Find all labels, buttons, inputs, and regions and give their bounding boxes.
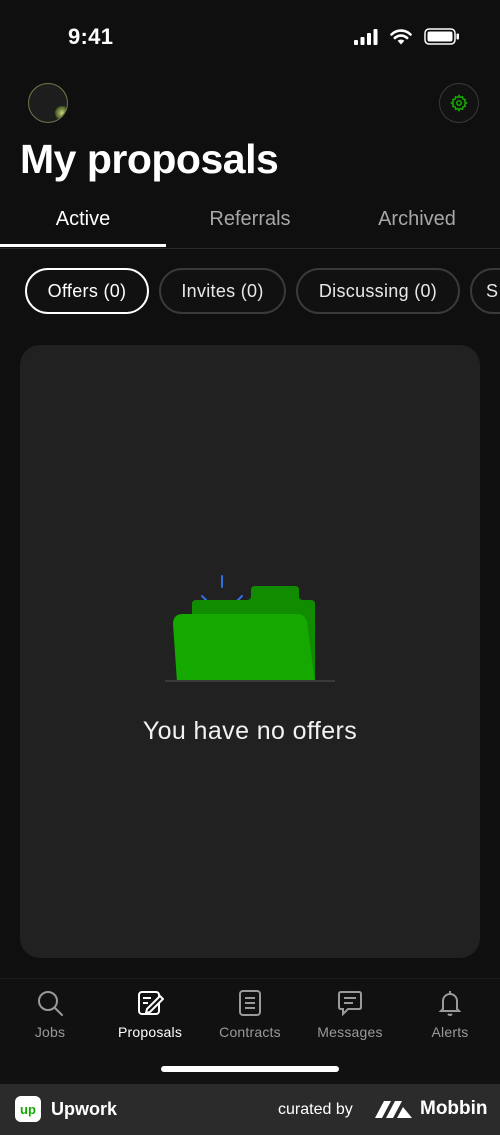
tab-bar: Active Referrals Archived <box>0 198 500 249</box>
nav-label-contracts: Contracts <box>219 1024 281 1040</box>
chip-invites[interactable]: Invites (0) <box>159 268 286 314</box>
page-title: My proposals <box>20 136 279 182</box>
home-indicator <box>161 1066 339 1072</box>
battery-icon <box>424 28 459 45</box>
tab-archived[interactable]: Archived <box>334 208 500 231</box>
nav-label-alerts: Alerts <box>431 1024 469 1040</box>
chip-submitted[interactable]: S <box>470 268 500 314</box>
status-bar: 9:41 <box>0 0 500 70</box>
settings-button[interactable] <box>439 83 479 123</box>
bell-icon <box>438 991 462 1016</box>
nav-label-proposals: Proposals <box>117 1024 183 1040</box>
chip-offers[interactable]: Offers (0) <box>25 268 149 314</box>
filter-chips: Offers (0) Invites (0) Discussing (0) S <box>0 268 500 316</box>
nav-alerts[interactable]: Alerts <box>400 989 500 1040</box>
gear-icon <box>450 94 468 112</box>
mobbin-logo-icon <box>375 1101 412 1118</box>
contracts-icon <box>239 990 261 1016</box>
nav-jobs[interactable]: Jobs <box>0 989 100 1040</box>
footer-curated-by: curated by <box>278 1101 353 1118</box>
nav-label-jobs: Jobs <box>34 1024 66 1040</box>
active-tab-indicator <box>0 244 166 247</box>
signal-icon <box>354 28 378 45</box>
nav-contracts[interactable]: Contracts <box>200 989 300 1040</box>
nav-messages[interactable]: Messages <box>300 989 400 1040</box>
footer-brand: Mobbin <box>420 1098 488 1119</box>
search-icon <box>38 991 63 1016</box>
avatar[interactable] <box>28 83 68 123</box>
status-icons <box>354 28 460 45</box>
tab-referrals[interactable]: Referrals <box>167 208 333 231</box>
footer-banner: up Upwork curated by Mobbin <box>0 1084 500 1135</box>
empty-state-message: You have no offers <box>142 717 358 745</box>
nav-proposals[interactable]: Proposals <box>100 989 200 1040</box>
footer-app-name: Upwork <box>51 1099 118 1119</box>
wifi-icon <box>390 28 412 44</box>
tab-active[interactable]: Active <box>0 208 166 231</box>
proposals-icon <box>138 991 164 1015</box>
messages-icon <box>338 991 362 1017</box>
chip-discussing[interactable]: Discussing (0) <box>296 268 460 314</box>
upwork-logo-icon: up <box>15 1096 41 1122</box>
folder-icon <box>165 575 335 682</box>
status-time: 9:41 <box>68 24 114 49</box>
nav-label-messages: Messages <box>317 1024 383 1040</box>
